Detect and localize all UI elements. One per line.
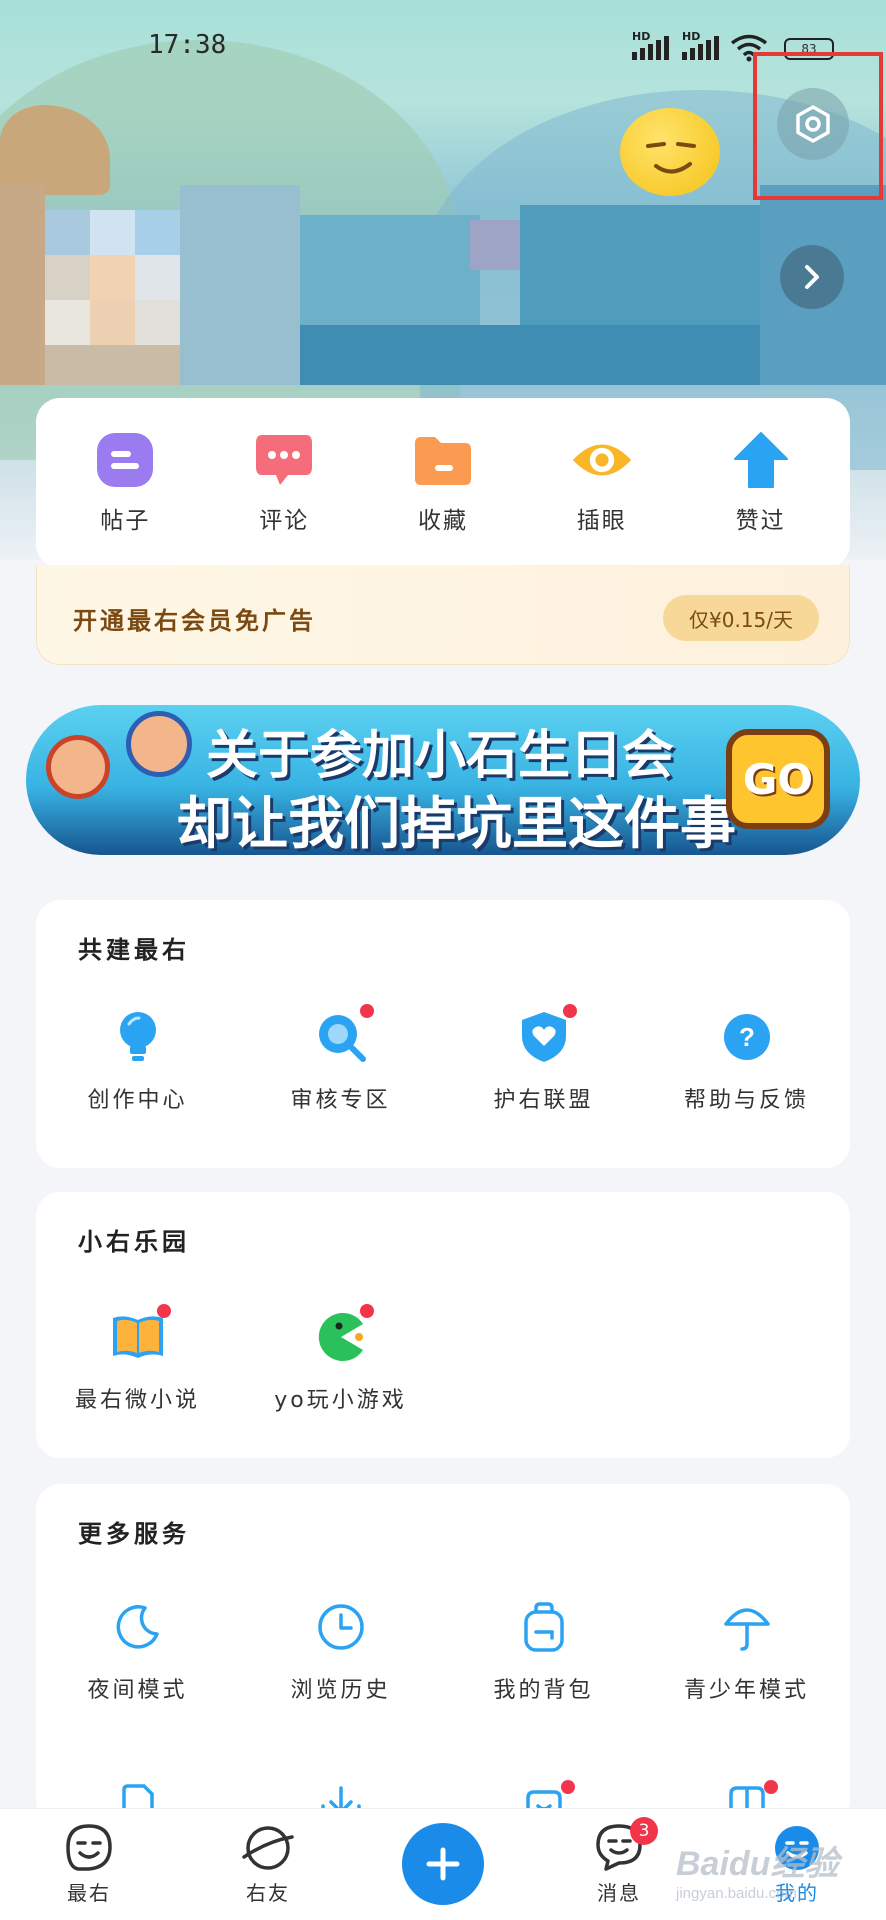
vip-price-button[interactable]: 仅¥0.15/天 xyxy=(663,595,819,641)
section-build: 共建最右 创作中心 审核专区 护右联盟 ? 帮助与反馈 xyxy=(36,900,850,1168)
quick-action-posts[interactable]: 帖子 xyxy=(60,431,190,535)
settings-hexagon-icon xyxy=(796,105,830,143)
vip-promo-bar[interactable]: 开通最右会员免广告 仅¥0.15/天 xyxy=(36,565,850,665)
magnifier-icon xyxy=(314,1004,374,1064)
nav-friends[interactable]: 右友 xyxy=(213,1823,323,1906)
moon-icon xyxy=(111,1600,165,1654)
creator-center-item[interactable]: 创作中心 xyxy=(36,1010,239,1114)
teen-mode-item[interactable]: 青少年模式 xyxy=(645,1600,848,1704)
settings-button[interactable] xyxy=(777,88,849,160)
quick-actions-card: 帖子 评论 收藏 插眼 赞过 xyxy=(36,398,850,568)
umbrella-icon xyxy=(720,1600,774,1654)
grid-item-label: 我的背包 xyxy=(493,1678,594,1703)
review-zone-item[interactable]: 审核专区 xyxy=(239,1004,442,1114)
help-icon: ? xyxy=(720,1010,774,1064)
profile-detail-button[interactable] xyxy=(780,245,844,309)
notification-dot xyxy=(156,1304,171,1318)
notification-dot xyxy=(562,1004,577,1018)
book-icon xyxy=(111,1304,171,1364)
quick-action-label: 帖子 xyxy=(100,508,151,534)
cellular-signal-icon: HD xyxy=(632,30,674,60)
chevron-right-icon xyxy=(805,265,819,289)
notification-dot xyxy=(764,1780,778,1794)
notification-dot xyxy=(561,1780,575,1794)
quick-action-label: 插眼 xyxy=(576,508,627,534)
event-banner[interactable]: 关于参加小石生日会 却让我们掉坑里这件事 GO xyxy=(26,705,860,855)
grid-item-label: 创作中心 xyxy=(87,1088,188,1113)
cellular-signal-icon: HD xyxy=(682,30,724,60)
nav-label: 最右 xyxy=(67,1881,111,1905)
my-backpack-item[interactable]: 我的背包 xyxy=(442,1600,645,1704)
mini-games-item[interactable]: yo玩小游戏 xyxy=(239,1304,442,1414)
notification-dot xyxy=(359,1304,374,1318)
vip-promo-text: 开通最右会员免广告 xyxy=(73,607,316,635)
nav-label: 右友 xyxy=(246,1881,290,1905)
shield-heart-icon xyxy=(517,1004,577,1064)
section-title: 小右乐园 xyxy=(78,1228,190,1256)
baidu-watermark: Baidu经验 jingyan.baidu.com xyxy=(676,1836,838,1902)
quick-action-watch[interactable]: 插眼 xyxy=(537,431,667,535)
watermark-domain: jingyan.baidu.com xyxy=(676,1885,797,1902)
bulb-icon xyxy=(111,1010,165,1064)
help-feedback-item[interactable]: ? 帮助与反馈 xyxy=(645,1010,848,1114)
banner-title-line1: 关于参加小石生日会 xyxy=(206,725,675,786)
grid-item-label: 最右微小说 xyxy=(74,1388,200,1413)
banner-character xyxy=(126,711,192,777)
banner-go-badge: GO xyxy=(726,729,830,829)
folder-icon xyxy=(412,431,474,489)
thumb-up-icon xyxy=(730,431,792,489)
watermark-brand: Baidu经验 xyxy=(676,1845,839,1883)
quick-action-label: 收藏 xyxy=(417,508,468,534)
nav-messages[interactable]: 3 消息 xyxy=(564,1817,674,1906)
planet-icon xyxy=(242,1826,294,1870)
grid-item-label: 浏览历史 xyxy=(290,1678,391,1703)
message-count-badge: 3 xyxy=(630,1817,658,1845)
post-icon xyxy=(94,431,156,489)
quick-action-favorites[interactable]: 收藏 xyxy=(378,431,508,535)
micro-novel-item[interactable]: 最右微小说 xyxy=(36,1304,239,1414)
grid-item-label: 审核专区 xyxy=(290,1088,391,1113)
comment-icon xyxy=(253,431,315,489)
mascot-emoji xyxy=(620,108,720,196)
nav-label: 消息 xyxy=(597,1881,641,1905)
profile-info-mosaic xyxy=(0,185,886,385)
browse-history-item[interactable]: 浏览历史 xyxy=(239,1600,442,1704)
notification-dot xyxy=(359,1004,374,1018)
status-time: 17:38 xyxy=(148,30,227,60)
guard-alliance-item[interactable]: 护右联盟 xyxy=(442,1004,645,1114)
plus-icon xyxy=(426,1847,460,1881)
quick-action-liked[interactable]: 赞过 xyxy=(696,431,826,535)
backpack-icon xyxy=(517,1600,571,1654)
grid-item-label: 帮助与反馈 xyxy=(683,1088,809,1113)
publish-button[interactable] xyxy=(402,1823,484,1905)
section-more-services: 更多服务 夜间模式 浏览历史 我的背包 青少年模式 xyxy=(36,1484,850,1824)
quick-action-label: 评论 xyxy=(259,508,310,534)
grid-item-label: 护右联盟 xyxy=(493,1088,594,1113)
eye-icon xyxy=(571,431,633,489)
grid-item-label: 夜间模式 xyxy=(87,1678,188,1703)
banner-title-line2: 却让我们掉坑里这件事 xyxy=(176,791,736,855)
grid-item-label: 青少年模式 xyxy=(683,1678,809,1703)
night-mode-item[interactable]: 夜间模式 xyxy=(36,1600,239,1704)
quick-action-label: 赞过 xyxy=(735,508,786,534)
section-park: 小右乐园 最右微小说 yo玩小游戏 xyxy=(36,1192,850,1458)
svg-text:?: ? xyxy=(739,1022,755,1052)
quick-action-comments[interactable]: 评论 xyxy=(219,431,349,535)
section-title: 更多服务 xyxy=(78,1520,190,1548)
clock-icon xyxy=(314,1600,368,1654)
smiley-icon xyxy=(66,1824,112,1871)
game-icon xyxy=(314,1304,374,1364)
nav-home[interactable]: 最右 xyxy=(34,1823,144,1906)
banner-character xyxy=(46,735,110,799)
grid-item-label: yo玩小游戏 xyxy=(274,1388,407,1413)
section-title: 共建最右 xyxy=(78,936,190,964)
